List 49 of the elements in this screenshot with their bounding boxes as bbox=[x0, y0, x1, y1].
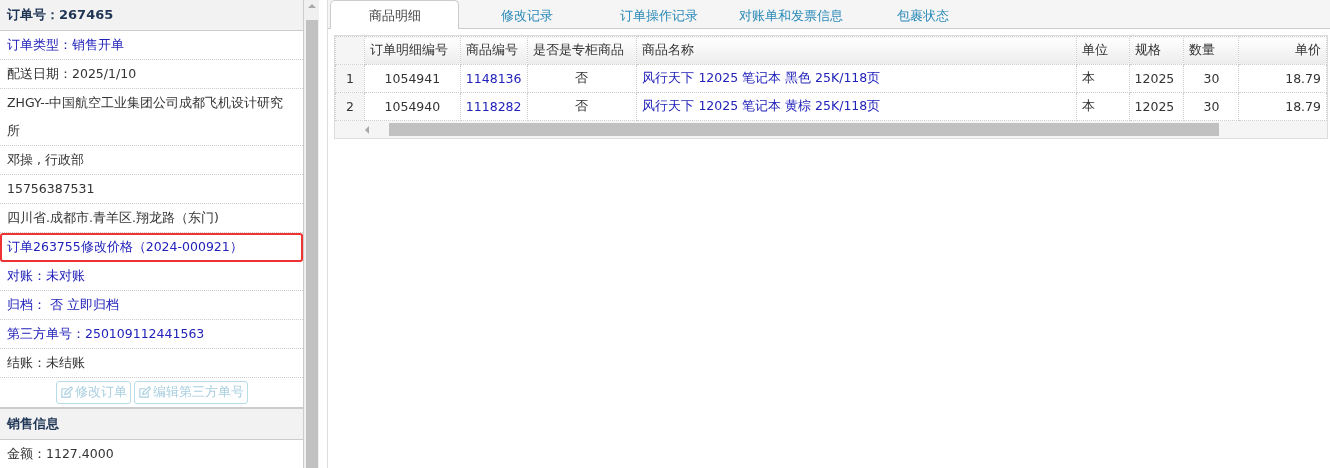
info-link[interactable]: 对账：未对账 bbox=[0, 262, 303, 291]
table-link[interactable]: 1118282 bbox=[460, 92, 527, 121]
info-text: ZHGY--中国航空工业集团公司成都飞机设计研究所 bbox=[0, 89, 303, 146]
info-text: 结账：未结账 bbox=[0, 349, 303, 378]
column-header: 单位 bbox=[1076, 36, 1130, 65]
table-cell: 本 bbox=[1076, 92, 1130, 121]
table-cell: 30 bbox=[1184, 92, 1239, 121]
column-header: 商品名称 bbox=[636, 36, 1077, 65]
table-cell: 否 bbox=[527, 64, 637, 93]
pencil-icon bbox=[137, 386, 151, 399]
info-link[interactable]: 第三方单号：250109112441563 bbox=[0, 320, 303, 349]
scrollbar[interactable] bbox=[304, 0, 319, 468]
section-title: 销售信息 bbox=[0, 409, 303, 440]
row-number: 1 bbox=[335, 64, 365, 93]
column-header: 订单明细编号 bbox=[364, 36, 461, 65]
table-cell: 本 bbox=[1076, 64, 1130, 93]
table-link[interactable]: 1148136 bbox=[460, 64, 527, 93]
table-cell: 1054941 bbox=[364, 64, 461, 93]
table-link[interactable]: 风行天下 12025 笔记本 黑色 25K/118页 bbox=[636, 64, 1077, 93]
table-cell: 否 bbox=[527, 92, 637, 121]
info-text: 配送日期：2025/1/10 bbox=[0, 60, 303, 89]
column-header: 是否是专柜商品 bbox=[527, 36, 637, 65]
tab[interactable]: 修改记录 bbox=[462, 1, 591, 28]
info-text: 金额：1127.4000 bbox=[0, 440, 303, 468]
column-header: 规格 bbox=[1129, 36, 1184, 65]
info-text: 邓操 , 行政部 bbox=[0, 146, 303, 175]
table-cell: 18.79 bbox=[1238, 92, 1327, 121]
table-cell: 1054940 bbox=[364, 92, 461, 121]
column-header: 商品编号 bbox=[460, 36, 527, 65]
tab[interactable]: 包裹状态 bbox=[858, 1, 987, 28]
table-link[interactable]: 风行天下 12025 笔记本 黄棕 25K/118页 bbox=[636, 92, 1077, 121]
pencil-icon bbox=[59, 386, 73, 399]
scrollbar[interactable] bbox=[335, 121, 1327, 138]
info-text: 15756387531 bbox=[0, 175, 303, 204]
info-link[interactable]: 订单类型：销售开单 bbox=[0, 31, 303, 60]
info-link[interactable]: 订单263755修改价格（2024-000921） bbox=[0, 233, 303, 262]
panel-title: 订单号：267465 bbox=[0, 0, 303, 31]
tab[interactable]: 商品明细 bbox=[330, 0, 459, 29]
tab[interactable]: 对账单和发票信息 bbox=[726, 1, 855, 28]
table-cell: 12025 bbox=[1129, 64, 1184, 93]
info-text: 四川省.成都市.青羊区.翔龙路（东门) bbox=[0, 204, 303, 233]
row-number: 2 bbox=[335, 92, 365, 121]
info-link[interactable]: 归档： 否 立即归档 bbox=[0, 291, 303, 320]
tab[interactable]: 订单操作记录 bbox=[594, 1, 723, 28]
column-header: 单价 bbox=[1238, 36, 1327, 65]
table-cell: 12025 bbox=[1129, 92, 1184, 121]
table-cell: 30 bbox=[1184, 64, 1239, 93]
table-cell: 18.79 bbox=[1238, 64, 1327, 93]
column-header: 数量 bbox=[1184, 36, 1239, 65]
